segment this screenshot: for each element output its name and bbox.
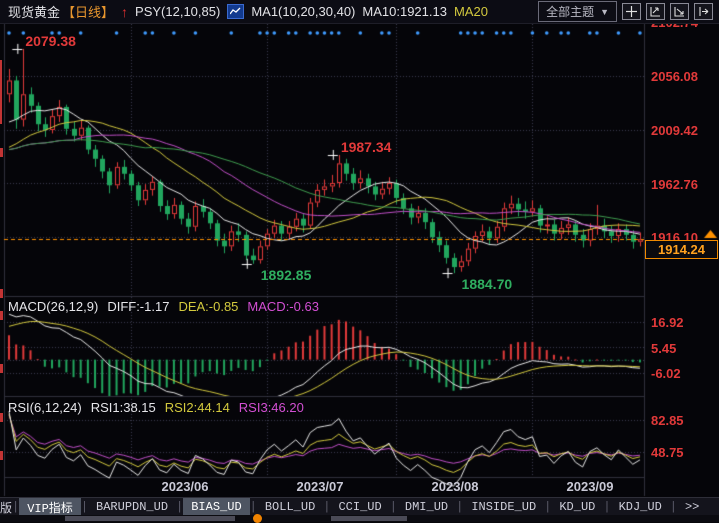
macd-panel-header: MACD(26,12,9) DIFF:-1.17 DEA:-0.85 MACD:-0.… [8, 299, 328, 314]
bottom-tab-bar: 版|VIP指标|BARUPDN_UD|BIAS_UD|BOLL_UD|CCI_U… [0, 497, 719, 516]
left-edge-fragment [0, 60, 2, 124]
ma-group-label[interactable]: MA1(10,20,30,40) [251, 4, 355, 19]
left-edge-fragment [0, 413, 3, 422]
tab-separator: | [323, 498, 330, 516]
rsi-y-axis-label: 82.85 [651, 413, 684, 428]
bottom-tab-BOLL_UD[interactable]: BOLL_UD [257, 498, 323, 516]
bottom-tab-DMI_UD[interactable]: DMI_UD [397, 498, 456, 516]
symbol-name[interactable]: 现货黄金 [8, 2, 60, 21]
left-edge-fragment [0, 148, 3, 157]
macd-y-axis-label: 5.45 [651, 341, 676, 356]
left-edge-fragment [0, 311, 3, 320]
macd-dea-value: DEA:-0.85 [178, 299, 238, 314]
price-annotation: 1892.85 [261, 267, 312, 283]
chart-canvas[interactable] [0, 0, 719, 522]
tab-separator: | [670, 498, 677, 516]
rsi-y-axis-label: 48.75 [651, 445, 684, 460]
bottom-tab-INSIDE_UD[interactable]: INSIDE_UD [463, 498, 544, 516]
axis-zoom-left-icon[interactable] [646, 3, 665, 20]
tab-separator: | [544, 498, 551, 516]
tab-separator: | [603, 498, 610, 516]
period-label: 【日线】 [62, 2, 114, 21]
header-bar: 现货黄金 【日线】 ↑ PSY(12,10,85) MA1(10,20,30,4… [0, 0, 719, 24]
up-arrow-icon: ↑ [121, 5, 128, 19]
macd-title[interactable]: MACD(26,12,9) [8, 299, 98, 314]
y-axis-label: 1962.76 [651, 177, 698, 192]
left-edge-fragment [0, 364, 3, 373]
tab-separator: | [12, 498, 19, 516]
x-axis-label: 2023/07 [280, 479, 360, 494]
price-annotation: 1987.34 [341, 139, 392, 155]
rsi1-value: RSI1:38.15 [91, 400, 156, 415]
rsi-panel-header: RSI(6,12,24) RSI1:38.15 RSI2:44.14 RSI3:46.… [8, 400, 313, 415]
scrollbar-thumb-2[interactable] [331, 516, 407, 521]
rsi3-value: RSI3:46.20 [239, 400, 304, 415]
tab-separator: | [81, 498, 88, 516]
theme-dropdown-label: 全部主题 [546, 3, 594, 20]
current-price-badge: 1914.24 [645, 240, 718, 259]
bottom-tab-CCI_UD[interactable]: CCI_UD [330, 498, 389, 516]
bottom-tab-BARUPDN_UD[interactable]: BARUPDN_UD [88, 498, 176, 516]
x-axis-label: 2023/09 [550, 479, 630, 494]
macd-y-axis-label: -6.02 [651, 366, 681, 381]
rsi2-value: RSI2:44.14 [165, 400, 230, 415]
left-edge-fragment [0, 289, 3, 298]
x-axis-label: 2023/08 [415, 479, 495, 494]
axis-zoom-right-icon[interactable] [670, 3, 689, 20]
bottom-tab-VIP指标[interactable]: VIP指标 [19, 498, 81, 516]
scrollbar-thumb[interactable] [65, 516, 235, 521]
tab-separator: | [390, 498, 397, 516]
bottom-tab-KD_UD[interactable]: KD_UD [551, 498, 603, 516]
bottom-tab-BIAS_UD[interactable]: BIAS_UD [183, 498, 249, 516]
macd-macd-value: MACD:-0.63 [247, 299, 319, 314]
psy-indicator-label[interactable]: PSY(12,10,85) [135, 4, 220, 19]
ma10-value: MA10:1921.13 [362, 4, 447, 19]
left-edge-fragment [0, 451, 3, 460]
bottom-tab-more[interactable]: >> [677, 498, 707, 516]
bottom-tab-版[interactable]: 版 [0, 498, 12, 516]
y-axis-label: 2056.08 [651, 69, 698, 84]
macd-diff-value: DIFF:-1.17 [107, 299, 169, 314]
price-annotation: 2079.38 [25, 33, 76, 49]
horizontal-scrollbar[interactable] [0, 515, 719, 522]
chevron-down-icon: ▼ [600, 7, 609, 17]
y-axis-label: 2009.42 [651, 123, 698, 138]
tab-separator: | [456, 498, 463, 516]
x-axis-label: 2023/06 [145, 479, 225, 494]
ma20-label: MA20 [454, 4, 488, 19]
bottom-tab-KDJ_UD[interactable]: KDJ_UD [611, 498, 670, 516]
pan-icon[interactable] [622, 3, 641, 20]
macd-y-axis-label: 16.92 [651, 315, 684, 330]
price-annotation: 1884.70 [462, 276, 513, 292]
tab-separator: | [176, 498, 183, 516]
line-chart-icon [227, 4, 244, 19]
theme-dropdown[interactable]: 全部主题 ▼ [538, 1, 617, 22]
shift-right-icon[interactable] [694, 3, 713, 20]
rsi-title[interactable]: RSI(6,12,24) [8, 400, 82, 415]
